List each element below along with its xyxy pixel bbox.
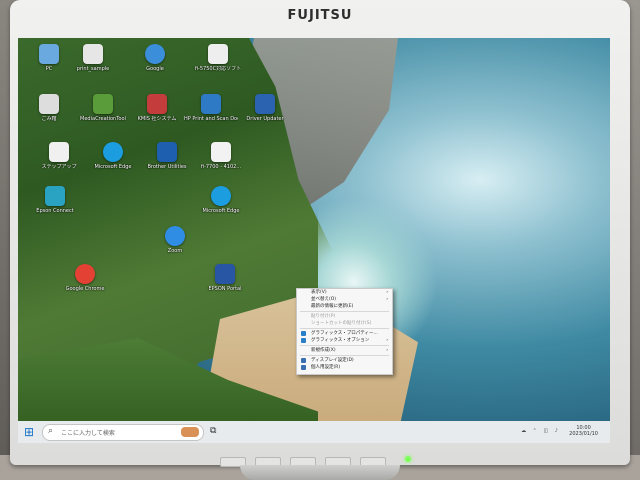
display-icon <box>301 358 306 363</box>
menu-item-view[interactable]: 表示(V) › <box>297 289 392 296</box>
chrome-browser-icon <box>75 264 95 284</box>
desktop-icon-print-sample[interactable]: print_sample <box>66 44 120 72</box>
document-icon <box>211 142 231 162</box>
desktop-icon-zoom[interactable]: Zoom <box>148 226 202 254</box>
menu-item-graphics-options[interactable]: グラフィックス・オプション › <box>297 337 392 344</box>
volume-icon[interactable]: ♪ <box>555 428 558 434</box>
desktop-icon-driver-updater[interactable]: Driver Updater <box>238 94 292 122</box>
desktop-icon-kmis[interactable]: KMIS 社システム <box>130 94 184 122</box>
printer-icon <box>201 94 221 114</box>
monitor-bezel: PC print_sample Google fi-5750C対応ソフト ごみ箱… <box>10 0 630 465</box>
graphics-icon <box>301 331 306 336</box>
taskbar: ⊞ ⌕ ここに入力して検索 ⧉ ☁ ⌃ ◫ ♪ 10:00 2023/01/10 <box>18 421 610 443</box>
desktop-icon-edge-1[interactable]: Microsoft Edge <box>86 142 140 170</box>
chevron-right-icon: › <box>386 348 388 353</box>
recycle-bin-icon <box>39 94 59 114</box>
menu-separator <box>300 345 389 346</box>
document-icon <box>83 44 103 64</box>
computer-icon <box>39 44 59 64</box>
desktop-icon-media-creation[interactable]: MediaCreationTool <box>76 94 130 122</box>
monitor-screen: PC print_sample Google fi-5750C対応ソフト ごみ箱… <box>18 38 610 443</box>
desktop-icon-google[interactable]: Google <box>128 44 182 72</box>
menu-separator <box>300 311 389 312</box>
task-view-icon[interactable]: ⧉ <box>210 426 216 436</box>
menu-item-paste-shortcut[interactable]: ショートカットの貼り付け(S) <box>297 320 392 327</box>
menu-item-refresh[interactable]: 最新の情報に更新(E) <box>297 303 392 310</box>
search-icon: ⌕ <box>48 426 54 436</box>
chevron-up-icon[interactable]: ⌃ <box>533 428 537 434</box>
update-icon <box>255 94 275 114</box>
power-led-icon <box>405 456 411 462</box>
network-icon[interactable]: ◫ <box>543 428 548 434</box>
printer-icon <box>157 142 177 162</box>
menu-item-personalize[interactable]: 個人用設定(R) <box>297 364 392 371</box>
scanner-icon <box>208 44 228 64</box>
menu-item-display-settings[interactable]: ディスプレイ設定(D) <box>297 357 392 364</box>
epson-icon <box>45 186 65 206</box>
chevron-right-icon: › <box>386 338 388 343</box>
app-icon <box>147 94 167 114</box>
installer-icon <box>93 94 113 114</box>
video-camera-icon <box>165 226 185 246</box>
app-icon <box>49 142 69 162</box>
edge-browser-icon <box>211 186 231 206</box>
search-highlight-icon <box>181 427 199 437</box>
desktop-icon-brother[interactable]: Brother Utilities <box>140 142 194 170</box>
taskbar-search-input[interactable]: ⌕ ここに入力して検索 <box>42 424 204 441</box>
edge-browser-icon <box>103 142 123 162</box>
taskbar-clock[interactable]: 10:00 2023/01/10 <box>569 425 598 437</box>
desktop-icon-epson-connect[interactable]: Epson Connect <box>28 186 82 214</box>
browser-icon <box>145 44 165 64</box>
cloud-icon[interactable]: ☁ <box>521 428 526 434</box>
desktop-icon-stepup[interactable]: ステップアップ <box>32 142 86 170</box>
monitor-stand <box>240 465 400 480</box>
graphics-icon <box>301 338 306 343</box>
system-tray: ☁ ⌃ ◫ ♪ <box>516 428 558 434</box>
windows-start-icon[interactable]: ⊞ <box>22 425 36 439</box>
desktop-icon-chrome[interactable]: Google Chrome <box>58 264 112 292</box>
monitor-brand-logo: FUJITSU <box>287 8 353 23</box>
desktop-icon-fi-software[interactable]: fi-5750C対応ソフト <box>178 44 258 72</box>
desktop-icon-hp-doctor[interactable]: HP Print and Scan Doctor <box>184 94 238 122</box>
menu-separator <box>300 328 389 329</box>
menu-item-graphics-properties[interactable]: グラフィックス・プロパティー... <box>297 330 392 337</box>
desktop-icon-recycle-bin[interactable]: ごみ箱 <box>22 94 76 122</box>
menu-item-sort[interactable]: 並べ替え(O) › <box>297 296 392 303</box>
menu-separator <box>300 355 389 356</box>
menu-item-new[interactable]: 新規作成(X) › <box>297 347 392 354</box>
desktop-icon-fi-7700[interactable]: fi-7700 - 4102... <box>194 142 248 170</box>
epson-icon <box>215 264 235 284</box>
chevron-right-icon: › <box>386 290 388 295</box>
chevron-right-icon: › <box>386 297 388 302</box>
desktop-icon-edge-2[interactable]: Microsoft Edge <box>194 186 248 214</box>
desktop-icon-epson-portal[interactable]: EPSON Portal <box>198 264 252 292</box>
menu-item-paste[interactable]: 貼り付け(P) <box>297 313 392 320</box>
desktop-context-menu: 表示(V) › 並べ替え(O) › 最新の情報に更新(E) 貼り付け(P) ショ… <box>296 288 393 375</box>
personalize-icon <box>301 365 306 370</box>
